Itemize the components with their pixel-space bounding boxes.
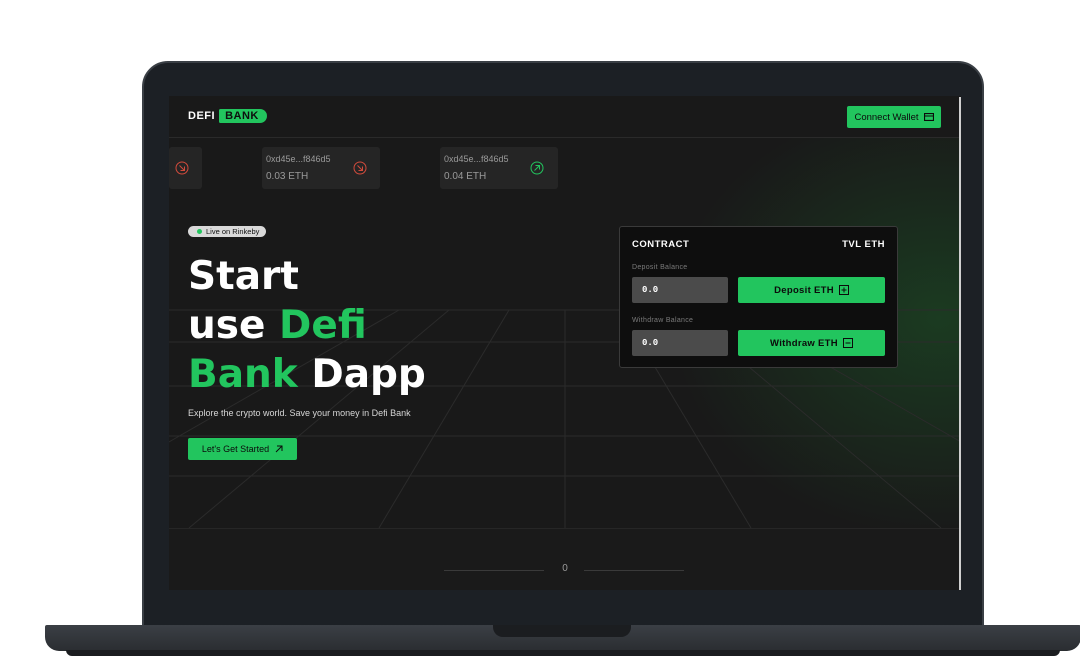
hero-title-line2a: use (188, 303, 280, 348)
transaction-amount: 0.03 ETH (266, 171, 309, 182)
logo-defi-text: DEFI (188, 110, 216, 122)
contract-panel: CONTRACT TVL ETH Deposit Balance Deposit… (619, 226, 898, 368)
scrollbar[interactable] (959, 97, 961, 590)
navbar: DEFI BANK Connect Wallet (169, 96, 961, 138)
logo[interactable]: DEFI BANK (188, 109, 267, 123)
footer-value: 0 (562, 563, 568, 574)
get-started-label: Let's Get Started (201, 444, 270, 454)
contract-title: CONTRACT (632, 239, 690, 250)
withdraw-amount-input[interactable] (632, 330, 728, 356)
transaction-address: 0xd45e...f846d5 (266, 154, 331, 164)
deposit-amount-input[interactable] (632, 277, 728, 303)
withdraw-balance-label: Withdraw Balance (632, 317, 694, 324)
hero-title-line3b: Dapp (297, 352, 426, 397)
hero-title: Start use Defi Bank Dapp (188, 252, 426, 399)
arrow-up-right-icon (530, 161, 544, 175)
hero-title-line2b: Defi (279, 303, 367, 348)
tvl-label: TVL ETH (842, 239, 885, 250)
arrow-down-right-icon (353, 161, 367, 175)
connect-wallet-label: Connect Wallet (854, 111, 919, 123)
hero-title-line1: Start (188, 254, 299, 299)
transaction-card[interactable] (169, 147, 202, 189)
divider-left (444, 570, 544, 571)
withdraw-button-label: Withdraw ETH (770, 337, 838, 349)
footer-stats: 0 (169, 528, 961, 590)
deposit-balance-label: Deposit Balance (632, 264, 688, 271)
arrow-up-right-icon (275, 445, 283, 453)
arrow-down-right-icon (175, 161, 189, 175)
wallet-icon (923, 113, 934, 121)
hero-title-line3a: Bank (188, 352, 298, 397)
transaction-address: 0xd45e...f846d5 (444, 154, 509, 164)
get-started-button[interactable]: Let's Get Started (188, 438, 297, 460)
withdraw-button[interactable]: Withdraw ETH (738, 330, 885, 356)
app-screen: DEFI BANK Connect Wallet 0xd45e...f846d5… (169, 96, 961, 590)
hero-subtitle: Explore the crypto world. Save your mone… (188, 408, 411, 418)
connect-wallet-button[interactable]: Connect Wallet (847, 106, 941, 128)
transaction-amount: 0.04 ETH (444, 171, 487, 182)
minus-box-icon (842, 338, 853, 348)
deposit-button[interactable]: Deposit ETH (738, 277, 885, 303)
status-dot (197, 229, 202, 234)
logo-bank-text: BANK (219, 109, 267, 123)
transaction-card[interactable]: 0xd45e...f846d5 0.04 ETH (440, 147, 558, 189)
transaction-card[interactable]: 0xd45e...f846d5 0.03 ETH (262, 147, 380, 189)
deposit-button-label: Deposit ETH (774, 284, 834, 296)
plus-box-icon (838, 285, 849, 295)
badge-label: Live on Rinkeby (206, 227, 260, 236)
network-status-badge: Live on Rinkeby (188, 226, 267, 237)
divider-right (584, 570, 684, 571)
laptop-notch (493, 625, 631, 637)
laptop-base-foot (66, 650, 1060, 656)
